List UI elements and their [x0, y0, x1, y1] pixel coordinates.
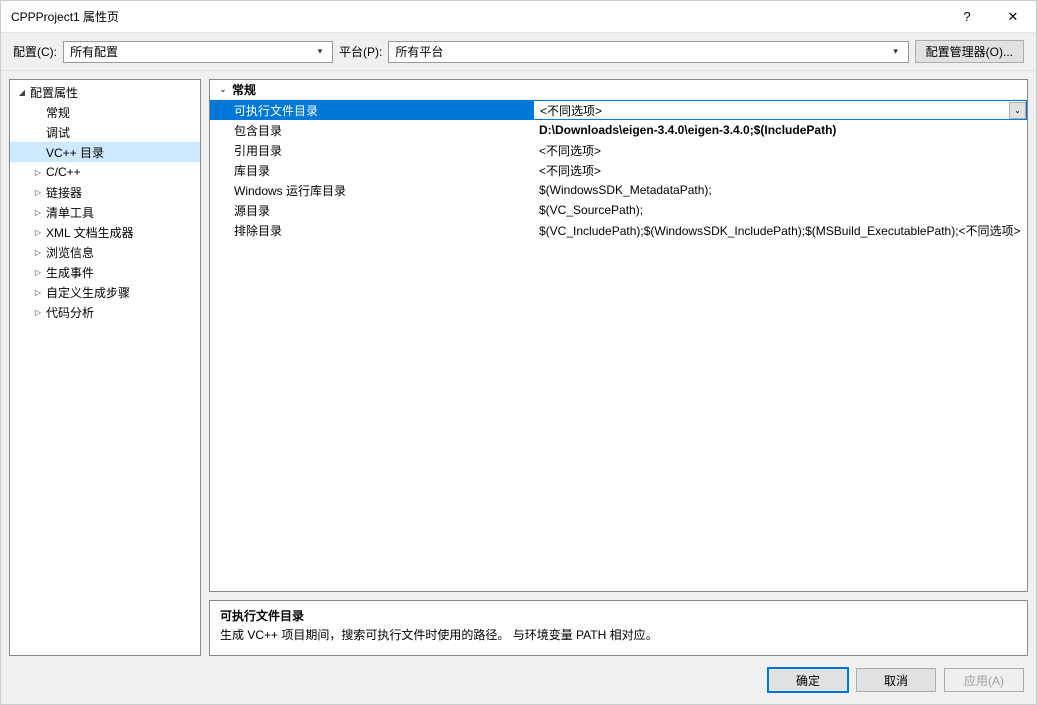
cell-name: 包含目录 — [210, 120, 533, 140]
expand-icon[interactable]: ▷ — [30, 308, 46, 317]
cell-value-text: D:\Downloads\eigen-3.4.0\eigen-3.4.0;$(I… — [539, 123, 836, 137]
grid-row[interactable]: 库目录 <不同选项> — [210, 160, 1027, 180]
grid-row[interactable]: 可执行文件目录 <不同选项> ⌄ — [210, 100, 1027, 120]
cell-value[interactable]: <不同选项> ⌄ — [533, 100, 1027, 120]
dropdown-button[interactable]: ⌄ — [1009, 102, 1026, 119]
chevron-down-icon: ▾ — [888, 46, 904, 57]
tree-item[interactable]: ▷浏览信息 — [10, 242, 200, 262]
tree-item-label: 自定义生成步骤 — [46, 284, 130, 301]
cell-value-text: <不同选项> — [540, 102, 602, 119]
cell-value-text: <不同选项> — [539, 162, 601, 179]
grid-row[interactable]: 引用目录 <不同选项> — [210, 140, 1027, 160]
expand-icon[interactable]: ▷ — [30, 168, 46, 177]
tree-item[interactable]: 常规 — [10, 102, 200, 122]
config-combo[interactable]: 所有配置 ▾ — [63, 41, 333, 63]
expand-icon[interactable]: ▷ — [30, 228, 46, 237]
cell-name: 库目录 — [210, 160, 533, 180]
cell-value-text: <不同选项> — [539, 142, 601, 159]
platform-value: 所有平台 — [393, 43, 887, 60]
grid-category[interactable]: ⌄ 常规 — [210, 80, 1027, 100]
platform-label: 平台(P): — [339, 43, 382, 60]
tree-item-label: 代码分析 — [46, 304, 94, 321]
titlebar: CPPProject1 属性页 ? ✕ — [1, 1, 1036, 33]
desc-title: 可执行文件目录 — [220, 607, 1017, 624]
expand-icon[interactable]: ▷ — [30, 288, 46, 297]
cell-value[interactable]: <不同选项> — [533, 140, 1027, 160]
cell-value[interactable]: D:\Downloads\eigen-3.4.0\eigen-3.4.0;$(I… — [533, 120, 1027, 140]
toolbar: 配置(C): 所有配置 ▾ 平台(P): 所有平台 ▾ 配置管理器(O)... — [1, 33, 1036, 71]
main: ◢ 配置属性 常规调试VC++ 目录▷C/C++▷链接器▷清单工具▷XML 文档… — [1, 71, 1036, 656]
cell-value[interactable]: $(VC_IncludePath);$(WindowsSDK_IncludePa… — [533, 220, 1027, 240]
tree-item-label: 链接器 — [46, 184, 82, 201]
cell-value-text: $(WindowsSDK_MetadataPath); — [539, 183, 712, 197]
footer: 确定 取消 应用(A) — [1, 656, 1036, 704]
tree-item-label: XML 文档生成器 — [46, 224, 134, 241]
config-manager-button[interactable]: 配置管理器(O)... — [915, 40, 1024, 63]
expand-icon[interactable]: ▷ — [30, 188, 46, 197]
cell-name: 引用目录 — [210, 140, 533, 160]
close-button[interactable]: ✕ — [990, 1, 1036, 32]
window-title: CPPProject1 属性页 — [11, 8, 944, 25]
tree-item[interactable]: ▷链接器 — [10, 182, 200, 202]
cell-name: Windows 运行库目录 — [210, 180, 533, 200]
cancel-button[interactable]: 取消 — [856, 668, 936, 692]
expand-icon[interactable]: ▷ — [30, 248, 46, 257]
tree-item-label: 清单工具 — [46, 204, 94, 221]
grid-row[interactable]: 排除目录 $(VC_IncludePath);$(WindowsSDK_Inclu… — [210, 220, 1027, 240]
tree-item-label: C/C++ — [46, 165, 81, 179]
tree-item[interactable]: ▷代码分析 — [10, 302, 200, 322]
chevron-down-icon: ▾ — [312, 46, 328, 57]
cell-value[interactable]: <不同选项> — [533, 160, 1027, 180]
platform-combo[interactable]: 所有平台 ▾ — [388, 41, 908, 63]
help-button[interactable]: ? — [944, 1, 990, 32]
cell-value[interactable]: $(WindowsSDK_MetadataPath); — [533, 180, 1027, 200]
tree-root-label: 配置属性 — [30, 84, 78, 101]
expand-icon[interactable]: ▷ — [30, 208, 46, 217]
tree-item[interactable]: ▷生成事件 — [10, 262, 200, 282]
tree-item[interactable]: VC++ 目录 — [10, 142, 200, 162]
apply-button[interactable]: 应用(A) — [944, 668, 1024, 692]
tree-root[interactable]: ◢ 配置属性 — [10, 82, 200, 102]
cell-value-text: $(VC_IncludePath);$(WindowsSDK_IncludePa… — [539, 222, 1021, 239]
cell-name: 可执行文件目录 — [210, 100, 533, 120]
cell-name: 排除目录 — [210, 220, 533, 240]
tree-item[interactable]: ▷XML 文档生成器 — [10, 222, 200, 242]
tree-item-label: 生成事件 — [46, 264, 94, 281]
cell-value[interactable]: $(VC_SourcePath); — [533, 200, 1027, 220]
cell-name: 源目录 — [210, 200, 533, 220]
config-label: 配置(C): — [13, 43, 57, 60]
tree-item[interactable]: ▷自定义生成步骤 — [10, 282, 200, 302]
collapse-icon[interactable]: ⌄ — [214, 85, 232, 94]
tree-item-label: 浏览信息 — [46, 244, 94, 261]
tree-item[interactable]: ▷C/C++ — [10, 162, 200, 182]
description-panel: 可执行文件目录 生成 VC++ 项目期间，搜索可执行文件时使用的路径。 与环境变… — [209, 600, 1028, 656]
tree-item-label: 常规 — [46, 104, 70, 121]
tree-item[interactable]: 调试 — [10, 122, 200, 142]
grid-row[interactable]: 源目录 $(VC_SourcePath); — [210, 200, 1027, 220]
cell-value-text: $(VC_SourcePath); — [539, 203, 643, 217]
expand-icon[interactable]: ▷ — [30, 268, 46, 277]
tree-item-label: VC++ 目录 — [46, 144, 104, 161]
grid-row[interactable]: 包含目录 D:\Downloads\eigen-3.4.0\eigen-3.4.0… — [210, 120, 1027, 140]
right-pane: ⌄ 常规 可执行文件目录 <不同选项> ⌄ 包含目录 D:\Downloads\eige… — [209, 79, 1028, 656]
grid-category-label: 常规 — [232, 81, 256, 98]
ok-button[interactable]: 确定 — [768, 668, 848, 692]
tree-item-label: 调试 — [46, 124, 70, 141]
config-value: 所有配置 — [68, 43, 312, 60]
tree-view[interactable]: ◢ 配置属性 常规调试VC++ 目录▷C/C++▷链接器▷清单工具▷XML 文档… — [9, 79, 201, 656]
grid-row[interactable]: Windows 运行库目录 $(WindowsSDK_MetadataPath); — [210, 180, 1027, 200]
property-grid[interactable]: ⌄ 常规 可执行文件目录 <不同选项> ⌄ 包含目录 D:\Downloads\eige… — [209, 79, 1028, 592]
tree-item[interactable]: ▷清单工具 — [10, 202, 200, 222]
collapse-icon[interactable]: ◢ — [14, 88, 30, 97]
desc-text: 生成 VC++ 项目期间，搜索可执行文件时使用的路径。 与环境变量 PATH 相… — [220, 626, 1017, 643]
